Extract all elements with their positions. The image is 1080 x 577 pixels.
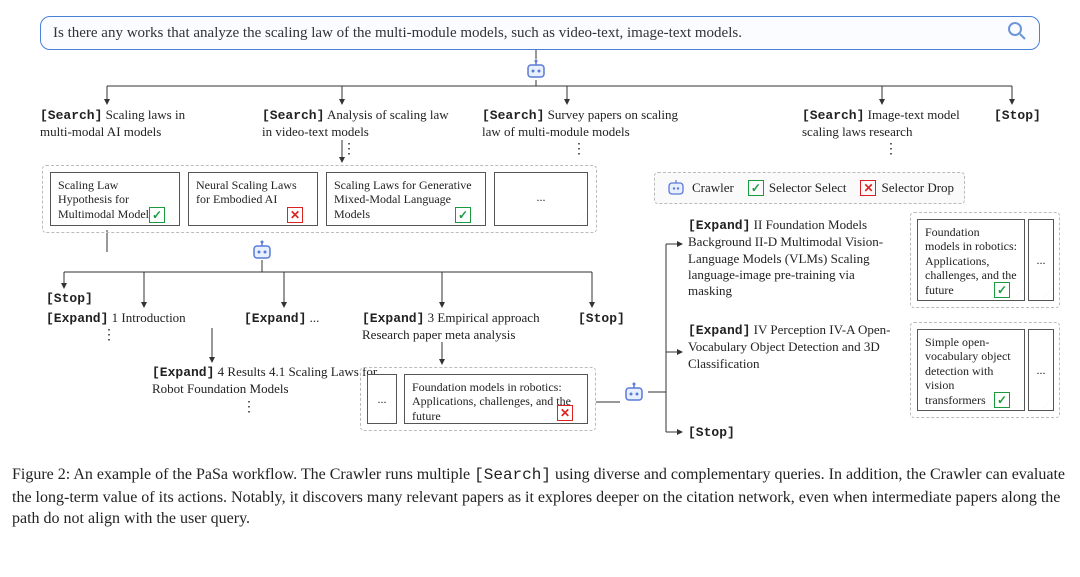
action-tag: [Expand] (46, 311, 108, 326)
action-tag: [Expand] (362, 311, 424, 326)
paper-card-more: ... (367, 374, 397, 424)
action-tag: [Stop] (46, 291, 93, 306)
crawler-icon (248, 240, 276, 262)
action-tag: [Stop] (994, 108, 1041, 123)
selector-check-icon: ✓ (455, 207, 471, 223)
action-tag: [Expand] (244, 311, 306, 326)
paper-title: Scaling Law Hypothesis for Multimodal Mo… (58, 178, 149, 221)
selector-drop-icon: ✕ (287, 207, 303, 223)
action-tag: [Expand] (152, 365, 214, 380)
ellipsis-text: ... (1036, 225, 1046, 267)
ellipsis-text: ... (502, 178, 580, 204)
x-icon: ✕ (860, 180, 876, 196)
action-text: 1 Introduction (108, 310, 185, 325)
legend-drop: ✕ Selector Drop (860, 180, 954, 196)
action-expand-right-2: [Expand] IV Perception IV-A Open-Vocabul… (688, 322, 898, 372)
vertical-ellipsis: ⋮ (884, 146, 898, 153)
action-tag: [Stop] (578, 311, 625, 326)
paper-card: Foundation models in robotics: Applicati… (917, 219, 1025, 301)
vertical-ellipsis: ⋮ (242, 404, 256, 411)
figure-caption: Figure 2: An example of the PaSa workflo… (12, 464, 1068, 530)
action-tag: [Search] (262, 108, 324, 123)
legend: Crawler ✓ Selector Select ✕ Selector Dro… (654, 172, 965, 204)
action-stop-mid: [Stop] (46, 290, 93, 307)
action-tag: [Search] (40, 108, 102, 123)
action-search-1: [Search] Scaling laws in multi-modal AI … (40, 107, 220, 141)
caption-code: [Search] (474, 466, 551, 484)
action-stop-top: [Stop] (994, 107, 1041, 124)
action-search-3: [Search] Survey papers on scaling law of… (482, 107, 692, 141)
action-search-4: [Search] Image-text model scaling laws r… (802, 107, 982, 141)
legend-label: Selector Select (769, 180, 847, 196)
ellipsis-text: ... (375, 380, 389, 406)
action-tag: [Search] (802, 108, 864, 123)
paper-card: Scaling Law Hypothesis for Multimodal Mo… (50, 172, 180, 226)
caption-text: An example of the PaSa workflow. The Cra… (70, 466, 474, 483)
paper-card: Foundation models in robotics: Applicati… (404, 374, 588, 424)
action-expand-3: [Expand] 3 Empirical approach Research p… (362, 310, 572, 344)
legend-label: Crawler (692, 180, 734, 196)
vertical-ellipsis: ⋮ (102, 332, 116, 339)
check-icon: ✓ (748, 180, 764, 196)
paper-card-more: ... (1028, 329, 1054, 411)
workflow-diagram: Is there any works that analyze the scal… (12, 12, 1068, 452)
action-expand-right-1: [Expand] II Foundation Models Background… (688, 217, 898, 299)
action-expand-ellipsis: [Expand] ... (244, 310, 319, 327)
legend-select: ✓ Selector Select (748, 180, 847, 196)
action-tag: [Search] (482, 108, 544, 123)
caption-label: Figure 2: (12, 466, 70, 483)
action-text: ... (306, 310, 319, 325)
legend-label: Selector Drop (881, 180, 954, 196)
action-search-2: [Search] Analysis of scaling law in vide… (262, 107, 452, 141)
action-stop-mid-2: [Stop] (578, 310, 625, 327)
vertical-ellipsis: ⋮ (342, 146, 356, 153)
paper-card-more: ... (494, 172, 588, 226)
paper-card: Scaling Laws for Generative Mixed-Modal … (326, 172, 486, 226)
paper-card-more: ... (1028, 219, 1054, 301)
selector-check-icon: ✓ (149, 207, 165, 223)
paper-card: Neural Scaling Laws for Embodied AI ✕ (188, 172, 318, 226)
legend-crawler: Crawler (665, 179, 734, 197)
vertical-ellipsis: ⋮ (572, 146, 586, 153)
paper-card: Simple open-vocabulary object detection … (917, 329, 1025, 411)
ellipsis-text: ... (1036, 335, 1046, 377)
paper-title: Foundation models in robotics: Applicati… (412, 380, 571, 423)
action-expand-1: [Expand] 1 Introduction (46, 310, 226, 327)
selector-drop-icon: ✕ (557, 405, 573, 421)
paper-title: Scaling Laws for Generative Mixed-Modal … (334, 178, 472, 221)
action-tag: [Expand] (688, 218, 750, 233)
action-tag: [Expand] (688, 323, 750, 338)
selector-check-icon: ✓ (994, 392, 1010, 408)
selector-check-icon: ✓ (994, 282, 1010, 298)
crawler-icon (620, 382, 648, 404)
paper-title: Neural Scaling Laws for Embodied AI (196, 178, 297, 206)
action-stop-right: [Stop] (688, 424, 735, 441)
action-tag: [Stop] (688, 425, 735, 440)
